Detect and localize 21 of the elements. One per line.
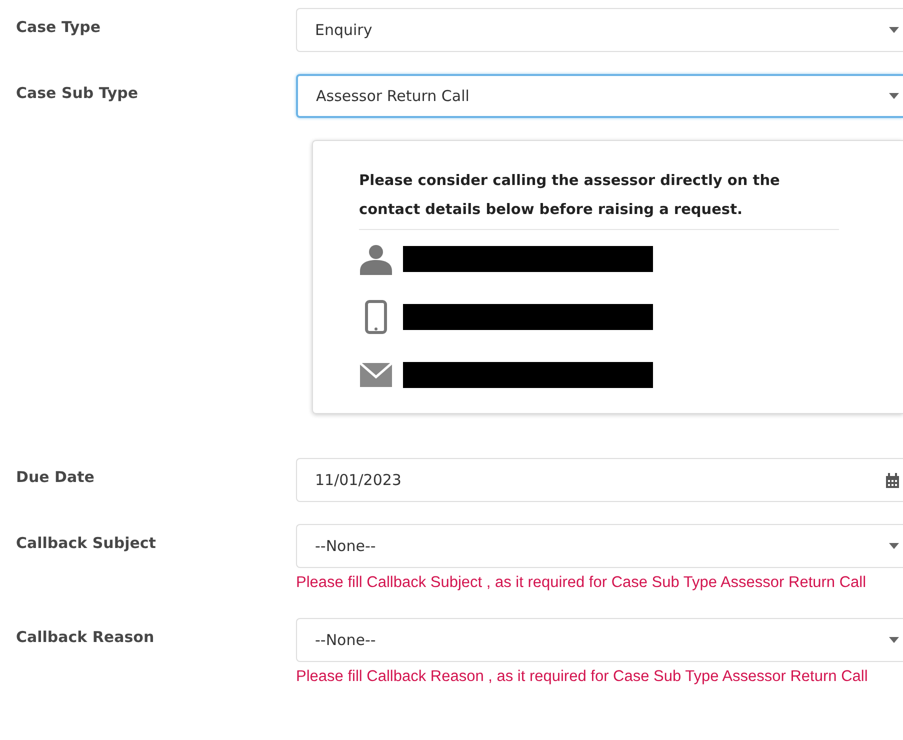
person-icon (360, 243, 392, 275)
field-label: Due Date (15, 467, 96, 486)
date-field[interactable]: 11/01/2023 (296, 458, 903, 502)
field-label: Callback Reason (15, 627, 156, 646)
dropdown-field[interactable]: --None-- (296, 524, 903, 568)
envelope-icon (360, 363, 392, 387)
error-message: Please fill Callback Reason , as it required for Case Sub Type Assessor Return Call (296, 667, 869, 687)
field-label: Case Type (15, 17, 102, 36)
field-label: Case Sub Type (15, 83, 140, 102)
dropdown-field[interactable]: --None-- (296, 618, 903, 662)
calendar-icon (886, 472, 899, 488)
phone-icon (365, 300, 387, 334)
caret-icon (889, 637, 899, 643)
dropdown-field[interactable]: Enquiry (296, 8, 903, 52)
caret-icon (889, 543, 899, 549)
dropdown-field[interactable]: Assessor Return Call (296, 74, 903, 118)
info-message: Please consider calling the assessor directly on the contact details below before raising a request. (359, 167, 839, 230)
error-message: Please fill Callback Subject , as it required for Case Sub Type Assessor Return Call (296, 573, 868, 593)
field-label: Callback Subject (15, 533, 157, 552)
caret-icon (889, 27, 899, 33)
caret-icon (889, 93, 899, 99)
